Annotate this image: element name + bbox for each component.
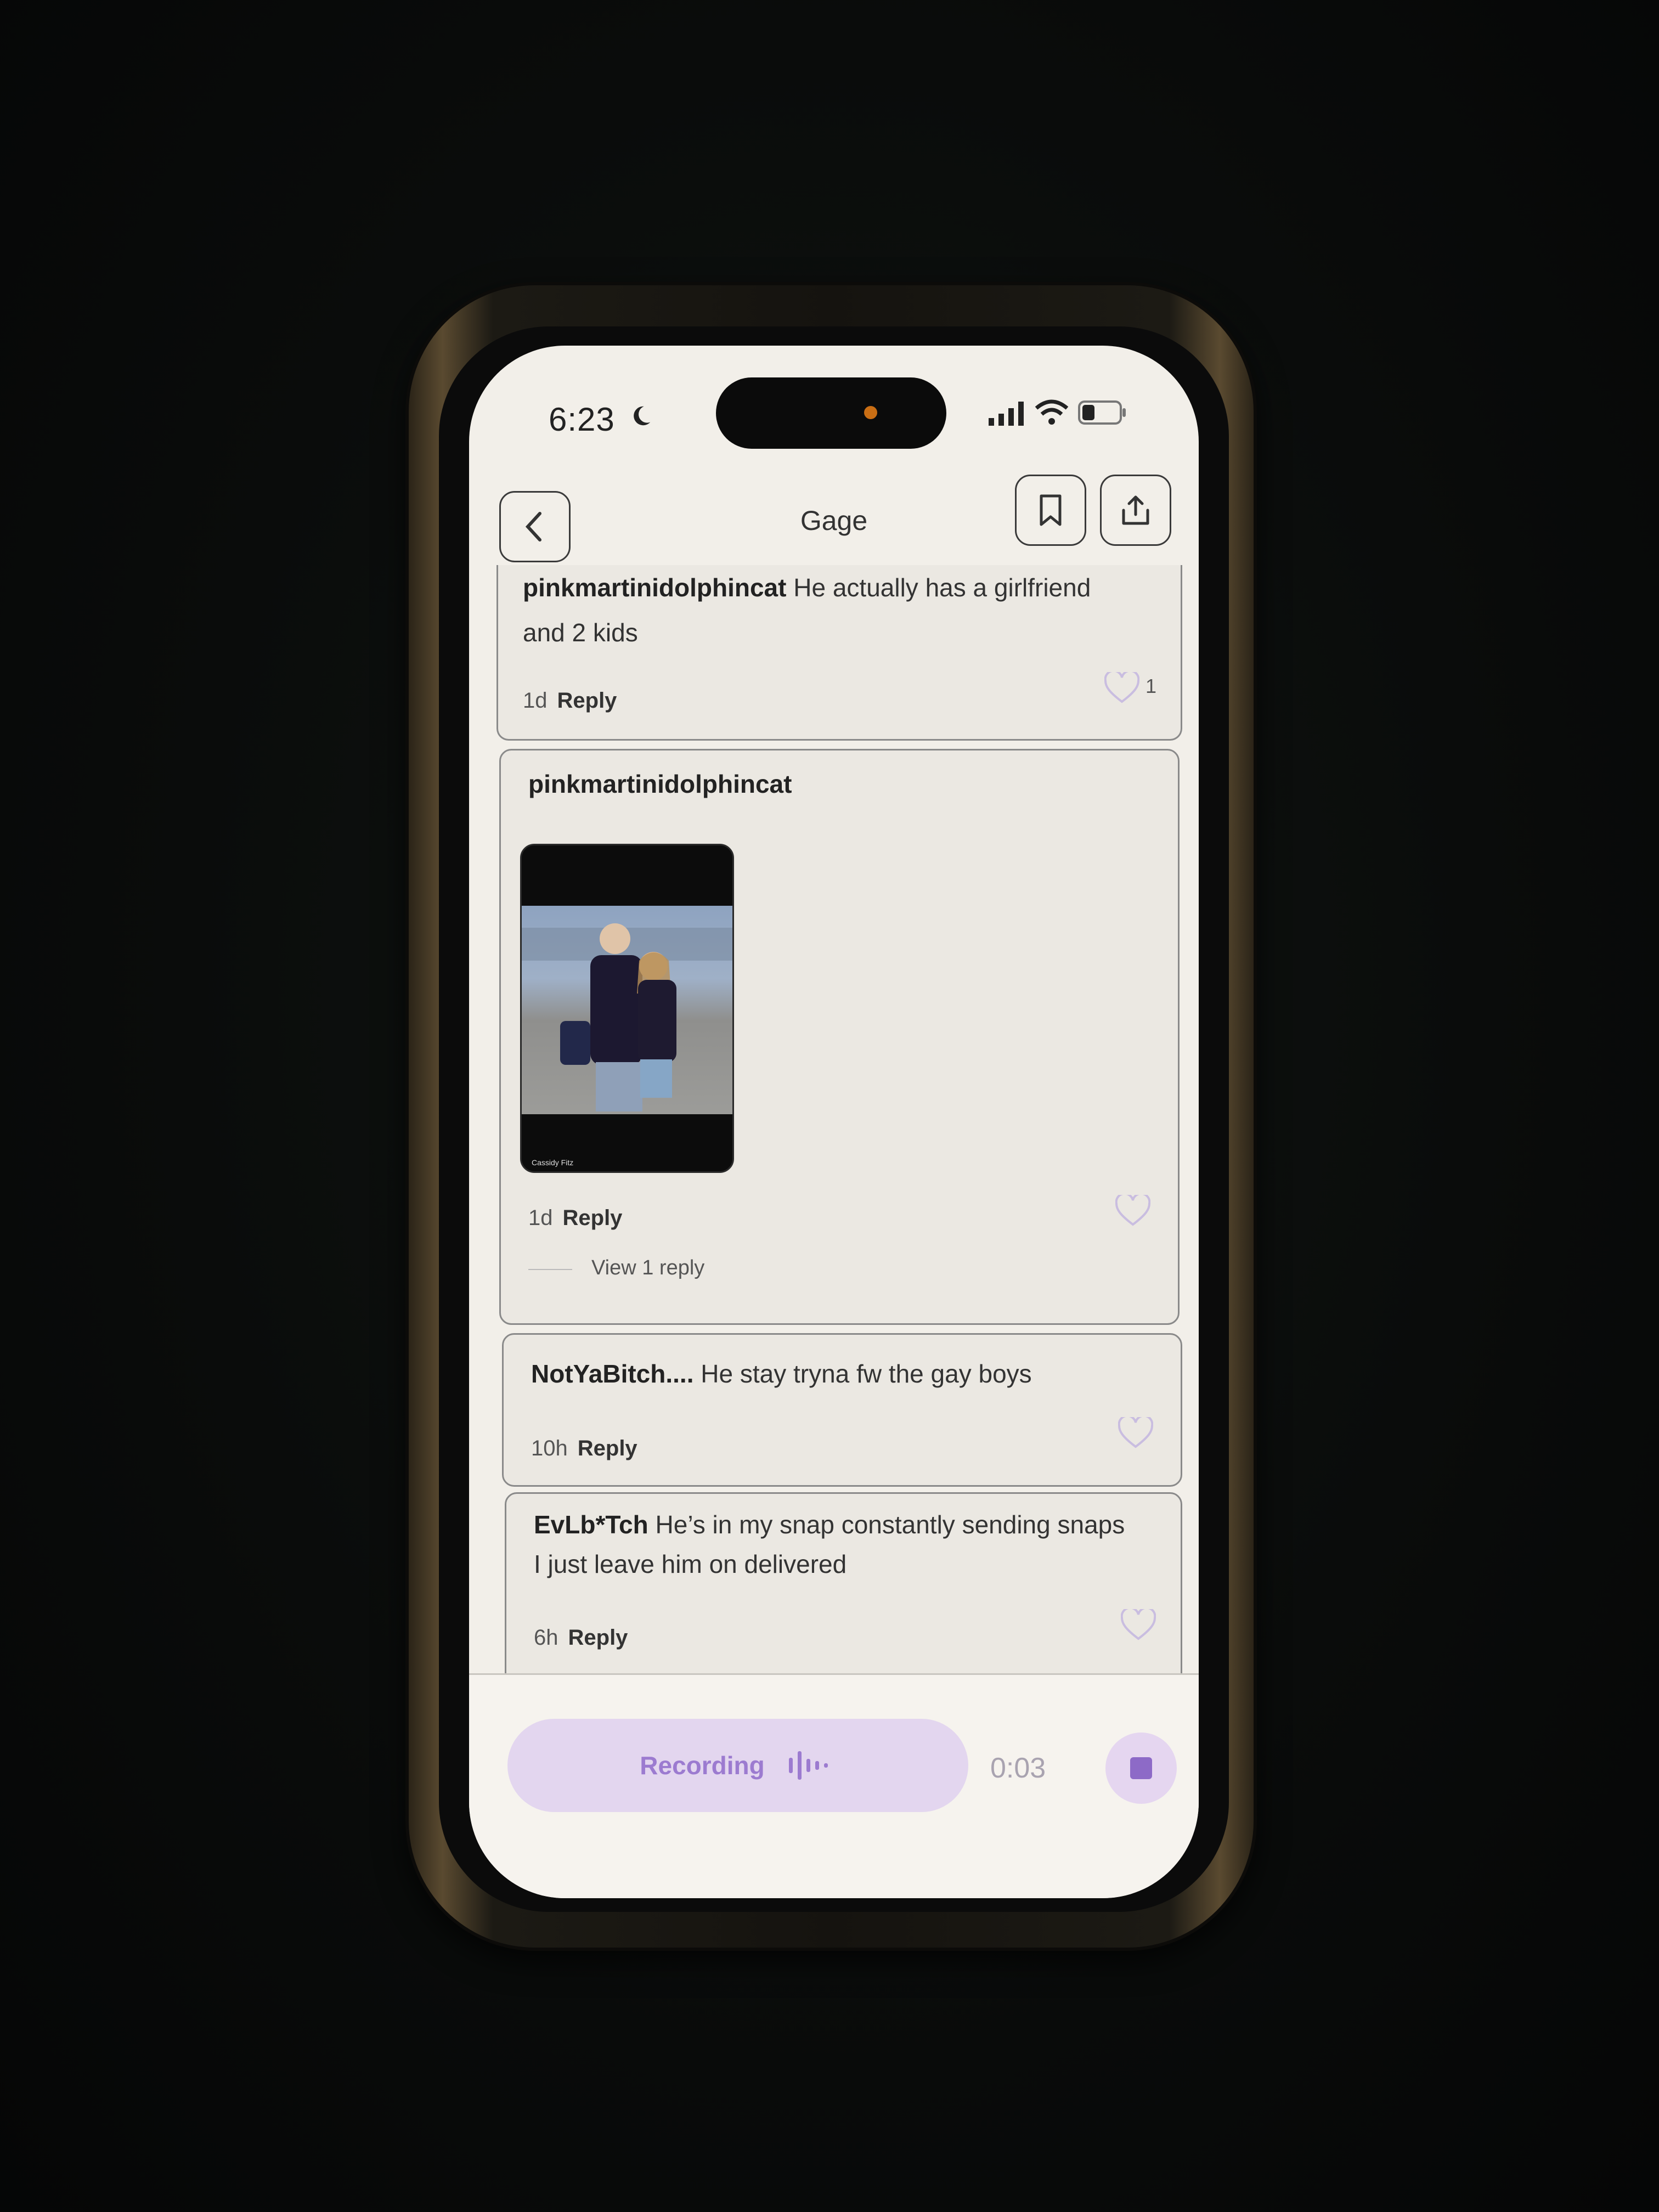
camera-dot [864,406,877,419]
comment-card: pinkmartinidolphincat He actually has a … [496,565,1182,741]
phone-screen: 6:23 Gage pinkmartinidolphincat He actua… [469,346,1199,1898]
photo-scene [522,906,732,1114]
comment-meta: 6h Reply [534,1626,628,1650]
recording-bar: Recording 0:03 [469,1673,1199,1898]
heart-icon[interactable] [1104,672,1139,704]
photo-caption: Cassidy Fitz [532,1158,574,1167]
recording-label: Recording [640,1751,765,1780]
comment-body: EvLb*Tch He’s in my snap constantly send… [534,1505,1137,1584]
wifi-icon [1035,399,1069,425]
comment-meta: 1d Reply [523,689,617,713]
heart-icon[interactable] [1121,1609,1156,1641]
stop-recording-button[interactable] [1105,1733,1177,1804]
comment-username[interactable]: EvLb*Tch [534,1510,648,1539]
comment-username[interactable]: pinkmartinidolphincat [528,770,792,798]
comment-meta: 1d Reply [528,1206,622,1231]
signal-icon [989,402,1024,426]
page-title: Gage [800,505,868,536]
reply-button[interactable]: Reply [557,689,617,713]
comment-text: He stay tryna fw the gay boys [701,1359,1032,1388]
reply-button[interactable]: Reply [563,1206,623,1230]
recording-pill[interactable]: Recording [507,1719,968,1812]
comment-age: 6h [534,1626,558,1650]
comment-username[interactable]: pinkmartinidolphincat [523,573,786,602]
bookmark-button[interactable] [1015,475,1086,546]
comment-photo[interactable]: Cassidy Fitz [520,844,734,1173]
like-count: 1 [1146,675,1157,697]
comment-body: pinkmartinidolphincat [528,761,792,806]
comment-body: pinkmartinidolphincat He actually has a … [523,565,1099,655]
share-icon [1122,495,1149,525]
bookmark-icon [1040,494,1062,526]
comment-card: pinkmartinidolphincat Cassidy Fitz 1d Re… [499,749,1180,1325]
view-replies-link[interactable]: View 1 reply [591,1256,704,1280]
comment-username[interactable]: NotYaBitch.... [531,1359,693,1388]
moon-icon [634,406,651,426]
battery-icon [1078,400,1126,425]
recording-timer: 0:03 [990,1752,1046,1784]
comment-body: NotYaBitch.... He stay tryna fw the gay … [531,1351,1135,1396]
comment-meta: 10h Reply [531,1436,637,1461]
comment-age: 1d [523,689,548,713]
photo-people [522,923,732,1111]
dynamic-island [716,377,946,449]
comment-card: EvLb*Tch He’s in my snap constantly send… [505,1492,1182,1701]
comment-age: 1d [528,1206,553,1230]
heart-icon[interactable] [1118,1417,1153,1449]
status-time: 6:23 [549,401,615,438]
reply-button[interactable]: Reply [568,1626,628,1650]
stop-icon [1130,1757,1152,1779]
comment-age: 10h [531,1436,568,1460]
comment-card: NotYaBitch.... He stay tryna fw the gay … [502,1333,1182,1487]
reply-button[interactable]: Reply [578,1436,637,1460]
waveform-icon [788,1751,828,1780]
view-replies-line [528,1269,572,1270]
share-button[interactable] [1100,475,1171,546]
heart-icon[interactable] [1115,1195,1150,1227]
